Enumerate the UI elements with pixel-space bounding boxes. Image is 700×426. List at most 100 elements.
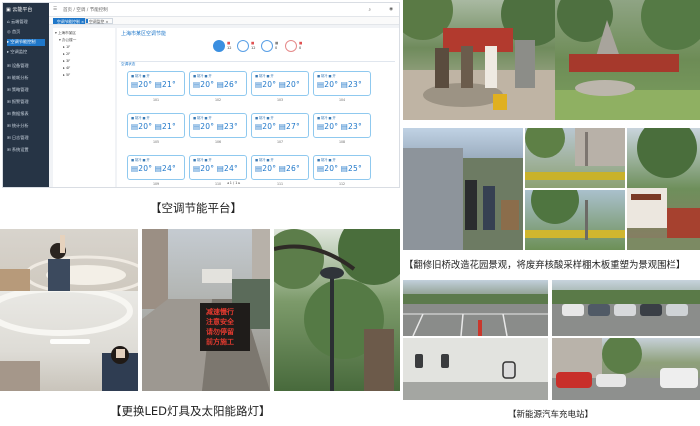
- photo-ceiling-install: [0, 229, 138, 291]
- photo-solar-streetlight: [274, 229, 400, 391]
- ac-card-temperature: ▤20° ▤26°: [193, 80, 238, 89]
- ac-card[interactable]: ■ 制冷 ■ 开 ▤20° ▤23°: [313, 71, 371, 96]
- sidebar-item[interactable]: ⊞ 能耗分析: [7, 75, 45, 82]
- sidebar-item[interactable]: ⊞ 统计分析: [7, 123, 45, 130]
- ac-card-label: 106: [214, 140, 222, 144]
- ac-card-label: 104: [338, 98, 346, 102]
- tree-node[interactable]: ▸ 3F: [63, 59, 70, 63]
- photo-garden-workers: [403, 0, 555, 120]
- ac-card-status: ■ 制冷 ■ 开: [131, 74, 150, 78]
- photo-led-lamp: [0, 291, 138, 391]
- photo-fence-after: [525, 190, 625, 250]
- ac-card[interactable]: ■ 制冷 ■ 开 ▤20° ▤27°: [251, 113, 309, 138]
- stat-online: ■ 12: [237, 40, 259, 62]
- sidebar-item[interactable]: ⌂ 云端管理: [7, 19, 45, 26]
- ac-card-label: 105: [152, 140, 160, 144]
- ac-card-temperature: ▤20° ▤25°: [317, 164, 362, 173]
- sidebar-item[interactable]: ⊞ 报警管理: [7, 99, 45, 106]
- tree-node[interactable]: ▸ 4F: [63, 66, 70, 70]
- ac-card[interactable]: ■ 制冷 ■ 开 ▤20° ▤23°: [313, 113, 371, 138]
- device-icon: [261, 40, 273, 52]
- ac-card-temperature: ▤20° ▤23°: [193, 122, 238, 131]
- tab[interactable]: 空调监控 ×: [85, 18, 113, 24]
- ac-card-label: 102: [214, 98, 222, 102]
- ac-card[interactable]: ■ 制冷 ■ 开 ▤20° ▤26°: [251, 155, 309, 180]
- ac-card-status: ■ 制冷 ■ 开: [255, 158, 274, 162]
- ac-card[interactable]: ■ 制冷 ■ 开 ▤20° ▤24°: [127, 155, 185, 180]
- sidebar-item[interactable]: ⊞ 设备管理: [7, 63, 45, 70]
- ac-card-status: ■ 制冷 ■ 开: [193, 74, 212, 78]
- photo-ev-parking: [552, 338, 700, 400]
- photo-parking-lot-1: [403, 280, 548, 336]
- photo-chargers-wall: [403, 338, 548, 400]
- tab-active[interactable]: 空调节能控制 ×: [53, 18, 89, 24]
- ac-card-temperature: ▤20° ▤23°: [317, 80, 362, 89]
- photo-garden-fence: [555, 0, 700, 120]
- top-bar: ☰ 首页 / 空调 / 节能控制 ⌕ ◉: [49, 3, 399, 17]
- page-title: 上海市某区空调节能: [121, 31, 167, 37]
- tree-node[interactable]: ▸ 5F: [63, 73, 70, 77]
- device-icon: [237, 40, 249, 52]
- device-icon: [285, 40, 297, 52]
- caption-platform: 【空调节能平台】: [150, 201, 242, 215]
- ac-card-temperature: ▤20° ▤20°: [255, 80, 300, 89]
- tree-node[interactable]: ▾ 上海市某区: [55, 31, 76, 36]
- breadcrumb: 首页 / 空调 / 节能控制: [63, 8, 108, 13]
- ac-card-temperature: ▤20° ▤26°: [255, 164, 300, 173]
- stat-offline: ■ 0: [261, 40, 283, 62]
- sidebar-item[interactable]: ◎ 首页: [7, 29, 45, 36]
- ac-card-status: ■ 制冷 ■ 开: [131, 116, 150, 120]
- main-panel: 上海市某区空调节能 ■ 12 ■ 12 ■ 0 ■ 0 空调状态 ■ 制冷 ■ 开 ▤20…: [117, 28, 399, 187]
- device-icon: [213, 40, 225, 52]
- ac-card[interactable]: ■ 制冷 ■ 开 ▤20° ▤25°: [313, 155, 371, 180]
- ac-card-status: ■ 制冷 ■ 开: [131, 158, 150, 162]
- ac-card-label: 108: [338, 140, 346, 144]
- ac-card[interactable]: ■ 制冷 ■ 开 ▤20° ▤23°: [189, 113, 247, 138]
- ac-card[interactable]: ■ 制冷 ■ 开 ▤20° ▤21°: [127, 71, 185, 96]
- caption-charging: 【新能源汽车充电站】: [508, 410, 594, 420]
- platform-screenshot: ▣ 云能平台 ⌂ 云端管理 ◎ 首页 ▸ 空调节能控制 ▸ 空调监控 ⊞ 设备管…: [2, 2, 400, 188]
- search-icon[interactable]: ⌕: [368, 7, 371, 13]
- street-sign: 减速慢行 注意安全 请勿停留 前方施工: [206, 308, 234, 346]
- ac-card-label: 107: [276, 140, 284, 144]
- ac-card-temperature: ▤20° ▤21°: [131, 80, 176, 89]
- sidebar-item[interactable]: ▸ 空调监控: [7, 49, 45, 56]
- ac-card-label: 111: [276, 182, 284, 186]
- sidebar-item[interactable]: ⊞ 策略管理: [7, 87, 45, 94]
- sidebar-item-active[interactable]: ▸ 空调节能控制: [7, 39, 45, 46]
- tree-node[interactable]: ▸ 2F: [63, 52, 70, 56]
- stat-alarm: ■ 0: [285, 40, 307, 62]
- tree-node[interactable]: ▾ 办公楼一: [59, 38, 76, 43]
- photo-street-signs: 减速慢行 注意安全 请勿停留 前方施工: [142, 229, 270, 391]
- sidebar-item[interactable]: ⊞ 日志管理: [7, 135, 45, 142]
- floor-footer: ◂ 1 / 1 ▸: [227, 181, 241, 185]
- ac-card-status: ■ 制冷 ■ 开: [193, 116, 212, 120]
- caption-garden: 【翻修旧桥改造花园景观，将废弃核酸采样棚木板重塑为景观围栏】: [404, 260, 686, 271]
- sidebar-item[interactable]: ⊞ 数据报表: [7, 111, 45, 118]
- ac-card-label: 112: [338, 182, 346, 186]
- ac-card[interactable]: ■ 制冷 ■ 开 ▤20° ▤21°: [127, 113, 185, 138]
- tree-node[interactable]: ▸ 1F: [63, 45, 70, 49]
- stat-total: ■ 12: [213, 40, 235, 62]
- avatar[interactable]: ◉: [389, 7, 393, 12]
- ac-card-temperature: ▤20° ▤23°: [317, 122, 362, 131]
- ac-card[interactable]: ■ 制冷 ■ 开 ▤20° ▤26°: [189, 71, 247, 96]
- ac-card[interactable]: ■ 制冷 ■ 开 ▤20° ▤20°: [251, 71, 309, 96]
- ac-card-label: 103: [276, 98, 284, 102]
- ac-card-status: ■ 制冷 ■ 开: [255, 74, 274, 78]
- tab-bar: 空调节能控制 × 空调监控 ×: [49, 17, 399, 25]
- photo-shed-workers: [403, 128, 523, 250]
- section-title: 空调状态: [121, 62, 136, 66]
- ac-card-temperature: ▤20° ▤24°: [193, 164, 238, 173]
- ac-card-status: ■ 制冷 ■ 开: [317, 74, 336, 78]
- caption-lighting: 【更换LED灯具及太阳能路灯】: [110, 404, 271, 418]
- photo-fence-before: [525, 128, 625, 188]
- ac-card-label: 101: [152, 98, 160, 102]
- sidebar: ▣ 云能平台 ⌂ 云端管理 ◎ 首页 ▸ 空调节能控制 ▸ 空调监控 ⊞ 设备管…: [3, 3, 49, 187]
- ac-card-temperature: ▤20° ▤27°: [255, 122, 300, 131]
- sidebar-item[interactable]: ⊞ 系统设置: [7, 147, 45, 154]
- app-logo: ▣ 云能平台: [6, 7, 33, 13]
- ac-card-temperature: ▤20° ▤21°: [131, 122, 176, 131]
- menu-icon[interactable]: ☰: [53, 7, 57, 12]
- ac-card[interactable]: ■ 制冷 ■ 开 ▤20° ▤24°: [189, 155, 247, 180]
